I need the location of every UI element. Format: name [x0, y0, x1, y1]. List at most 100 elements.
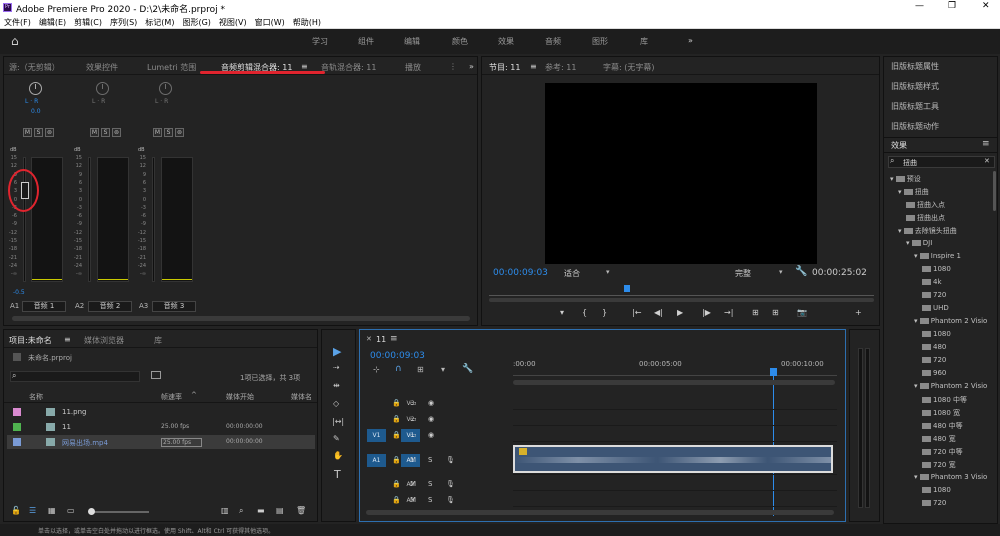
- track-solo-icon[interactable]: S: [428, 480, 432, 488]
- track-sync-lock-icon[interactable]: ▭: [410, 415, 417, 423]
- add-marker-icon[interactable]: ▾: [560, 308, 564, 317]
- timeline-playhead-handle[interactable]: [770, 368, 777, 376]
- track-mute-icon[interactable]: M: [410, 480, 416, 488]
- effects-tree-item[interactable]: 720: [922, 499, 946, 507]
- lift-icon[interactable]: ⊞: [752, 308, 759, 317]
- effects-tree-item[interactable]: 扭曲出点: [906, 213, 945, 223]
- track-sync-lock-icon[interactable]: ▭: [410, 431, 417, 439]
- go-to-out-icon[interactable]: →|: [724, 308, 733, 317]
- project-menu-icon[interactable]: ≡: [64, 335, 71, 344]
- quality-dropdown[interactable]: 完整: [735, 268, 751, 279]
- menu-file[interactable]: 文件(F): [0, 15, 35, 28]
- effects-tree-item[interactable]: 960: [922, 369, 946, 377]
- effects-scrollbar[interactable]: [993, 171, 996, 211]
- effects-menu-icon[interactable]: ≡: [982, 139, 990, 149]
- effects-tree-item[interactable]: ▾ 去除镜头扭曲: [898, 226, 957, 236]
- tab-libraries[interactable]: 库: [154, 335, 162, 346]
- track-lock-icon[interactable]: 🔒: [392, 415, 401, 423]
- col-media-name[interactable]: 媒体名: [291, 392, 312, 402]
- fit-chevron-down-icon[interactable]: ▾: [606, 268, 610, 276]
- effects-tree-item[interactable]: 1080 中等: [922, 395, 967, 405]
- add-marker-icon[interactable]: ▾: [441, 365, 445, 374]
- close-button[interactable]: ✕: [982, 1, 990, 11]
- timeline-close-icon[interactable]: ✕: [366, 335, 372, 343]
- track-lane[interactable]: [513, 428, 837, 442]
- effects-tree-item[interactable]: 扭曲入点: [906, 200, 945, 210]
- automate-to-sequence-icon[interactable]: ▥: [221, 506, 229, 515]
- label-color-swatch[interactable]: [13, 423, 21, 431]
- timeline-top-scrollbar[interactable]: [513, 380, 835, 385]
- effects-tree-item[interactable]: 720 宽: [922, 460, 956, 470]
- extract-icon[interactable]: ⊞: [772, 308, 779, 317]
- track-lock-icon[interactable]: 🔒: [392, 480, 401, 488]
- effects-search-value[interactable]: 扭曲: [903, 158, 917, 168]
- effects-tree-item[interactable]: ▾ Phantom 2 Visio: [914, 382, 987, 390]
- menu-view[interactable]: 视图(V): [215, 15, 251, 28]
- mute-button-2[interactable]: M: [90, 128, 99, 137]
- nest-icon[interactable]: ⊹: [373, 365, 380, 374]
- audio-clip-a1[interactable]: [513, 445, 833, 473]
- track-eye-icon[interactable]: ◉: [428, 431, 434, 439]
- track-lock-icon[interactable]: 🔒: [392, 456, 401, 464]
- export-frame-icon[interactable]: 📷: [797, 308, 807, 317]
- hand-tool-icon[interactable]: ✋: [333, 451, 343, 460]
- label-color-swatch[interactable]: [13, 408, 21, 416]
- clear-search-icon[interactable]: ✕: [984, 157, 990, 165]
- pan-knob-2[interactable]: [96, 82, 109, 95]
- menu-window[interactable]: 窗口(W): [251, 15, 289, 28]
- effects-tree-item[interactable]: ▾ Inspire 1: [914, 252, 961, 260]
- selection-tool-icon[interactable]: ▶: [333, 345, 341, 358]
- new-bin-icon[interactable]: ▬: [257, 506, 265, 515]
- effects-tree-item[interactable]: UHD: [922, 304, 949, 312]
- track-lock-icon[interactable]: 🔒: [392, 496, 401, 504]
- pen-tool-icon[interactable]: ✎: [333, 434, 340, 443]
- program-time-ruler[interactable]: [489, 286, 874, 296]
- more-workspaces-icon[interactable]: »: [688, 36, 693, 45]
- home-icon[interactable]: ⌂: [11, 34, 19, 48]
- effects-tree-item[interactable]: 480: [922, 343, 946, 351]
- label-color-swatch[interactable]: [13, 438, 21, 446]
- workspace-color[interactable]: 颜色: [452, 36, 468, 47]
- tab-media-browser[interactable]: 媒体浏览器: [84, 335, 124, 346]
- timeline-menu-icon[interactable]: ≡: [390, 334, 398, 344]
- tab-overflow-icon[interactable]: »: [469, 62, 474, 71]
- list-view-icon[interactable]: ☰: [29, 506, 36, 515]
- track-solo-icon[interactable]: S: [428, 456, 432, 464]
- effects-tree-item[interactable]: 4k: [922, 278, 942, 286]
- tab-captions[interactable]: 字幕: (无字幕): [603, 62, 654, 73]
- effects-tree-item[interactable]: ▾ DJI: [906, 239, 932, 247]
- menu-sequence[interactable]: 序列(S): [106, 15, 141, 28]
- tab-program[interactable]: 节目: 11: [489, 62, 520, 73]
- track-mic-icon[interactable]: 🎙: [446, 480, 455, 488]
- solo-button-1[interactable]: S: [34, 128, 43, 137]
- track-solo-icon[interactable]: S: [428, 496, 432, 504]
- col-name[interactable]: 名称: [29, 392, 43, 402]
- effects-tree-item[interactable]: 1080 宽: [922, 408, 960, 418]
- find-icon[interactable]: ⌕: [239, 506, 243, 516]
- timeline-timecode[interactable]: 00:00:09:03: [370, 351, 425, 361]
- track-lock-icon[interactable]: 🔒: [392, 399, 401, 407]
- tab-effect-controls[interactable]: 效果控件: [86, 62, 118, 73]
- menu-edit[interactable]: 编辑(E): [35, 15, 70, 28]
- minimize-button[interactable]: —: [915, 1, 924, 11]
- tab-project[interactable]: 项目:未命名: [9, 335, 52, 346]
- zoom-slider-handle[interactable]: [88, 508, 95, 515]
- track-mic-icon[interactable]: 🎙: [446, 496, 455, 504]
- record-button-3[interactable]: ⊚: [175, 128, 184, 137]
- linked-selection-icon[interactable]: ⊞: [417, 365, 424, 374]
- timeline-settings-wrench-icon[interactable]: 🔧: [462, 364, 473, 374]
- tab-playback[interactable]: 播放: [405, 62, 421, 73]
- workspace-audio[interactable]: 音频: [545, 36, 561, 47]
- razor-tool-icon[interactable]: ◇: [333, 399, 339, 408]
- track-lane[interactable]: [513, 396, 837, 410]
- go-to-in-icon[interactable]: |←: [632, 308, 641, 317]
- legacy-title-styles[interactable]: 旧版标题样式: [891, 81, 939, 92]
- pan-knob-3[interactable]: [159, 82, 172, 95]
- clip-name[interactable]: 11: [62, 423, 71, 431]
- program-scrollbar[interactable]: [489, 298, 874, 302]
- effects-tree-item[interactable]: 1080: [922, 330, 951, 338]
- effects-tree-item[interactable]: 720 中等: [922, 447, 963, 457]
- effects-tree-item[interactable]: ▾ Phantom 2 Visio: [914, 317, 987, 325]
- workspace-assembly[interactable]: 组件: [358, 36, 374, 47]
- track-select-tool-icon[interactable]: ⇢: [333, 363, 340, 372]
